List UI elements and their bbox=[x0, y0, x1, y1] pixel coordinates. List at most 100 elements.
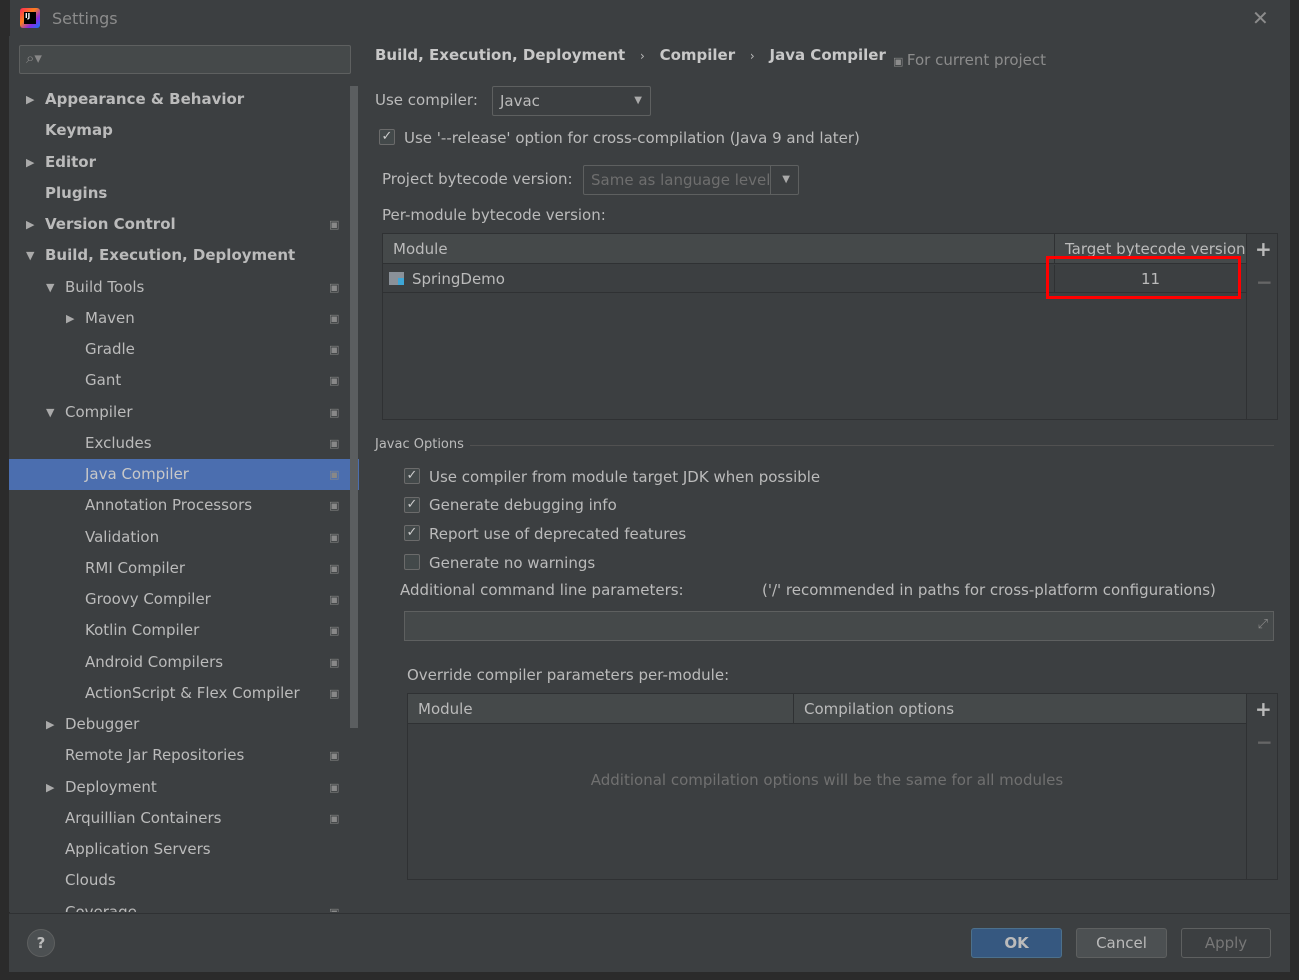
remove-icon[interactable]: − bbox=[1256, 270, 1273, 294]
expanded-arrow-icon[interactable]: ▼ bbox=[46, 397, 54, 428]
sidebar-item[interactable]: Validation ▣ bbox=[9, 522, 359, 553]
sidebar-item[interactable]: ActionScript & Flex Compiler ▣ bbox=[9, 678, 359, 709]
breadcrumb-item[interactable]: Build, Execution, Deployment bbox=[375, 46, 625, 64]
chevron-down-icon: ▼ bbox=[634, 95, 642, 106]
breadcrumb-item[interactable]: Compiler bbox=[660, 46, 736, 64]
sidebar-item-label: Deployment bbox=[65, 777, 157, 796]
sidebar-item-label: Application Servers bbox=[65, 840, 211, 858]
option-label: Generate debugging info bbox=[429, 496, 617, 514]
sidebar-item[interactable]: Arquillian Containers ▣ bbox=[9, 803, 359, 834]
sidebar-item[interactable]: Coverage ▣ bbox=[9, 897, 359, 913]
release-option-label: Use '--release' option for cross-compila… bbox=[404, 129, 860, 147]
sidebar-item[interactable]: Plugins bbox=[9, 178, 359, 209]
sidebar-item[interactable]: ▶ Maven ▣ bbox=[9, 303, 359, 334]
add-icon[interactable]: + bbox=[1255, 697, 1272, 721]
collapsed-arrow-icon[interactable]: ▶ bbox=[46, 772, 54, 803]
sidebar-item[interactable]: ▼ Compiler ▣ bbox=[9, 397, 359, 428]
column-header-module[interactable]: Module bbox=[383, 234, 1054, 264]
sidebar-item-label: Annotation Processors bbox=[85, 496, 253, 515]
per-module-label: Per-module bytecode version: bbox=[382, 206, 606, 224]
chevron-down-icon: ▼ bbox=[782, 174, 790, 185]
option-checkbox[interactable]: ✓ bbox=[404, 468, 420, 484]
sidebar-item[interactable]: RMI Compiler ▣ bbox=[9, 553, 359, 584]
sidebar-item-label: ActionScript & Flex Compiler bbox=[85, 683, 300, 702]
project-bytecode-label: Project bytecode version: bbox=[382, 170, 573, 188]
sidebar-item-label: Compiler bbox=[65, 402, 133, 421]
sidebar-item[interactable]: ▶ Deployment ▣ bbox=[9, 772, 359, 803]
sidebar-item[interactable]: ▶ Editor bbox=[9, 147, 359, 178]
use-compiler-select[interactable]: Javac ▼ bbox=[492, 86, 651, 116]
collapsed-arrow-icon[interactable]: ▶ bbox=[26, 84, 34, 115]
override-label: Override compiler parameters per-module: bbox=[407, 666, 730, 684]
collapsed-arrow-icon[interactable]: ▶ bbox=[46, 709, 54, 740]
close-icon[interactable]: ✕ bbox=[1252, 6, 1269, 30]
expand-icon[interactable]: ⤢ bbox=[1258, 617, 1268, 632]
option-label: Generate no warnings bbox=[429, 554, 596, 572]
option-checkbox[interactable]: ✓ bbox=[404, 497, 420, 513]
option-checkbox[interactable]: ✓ bbox=[404, 525, 420, 541]
ok-button[interactable]: OK bbox=[971, 928, 1062, 958]
project-bytecode-select[interactable]: Same as language level ▼ bbox=[583, 165, 799, 195]
sidebar-item-label: Groovy Compiler bbox=[85, 590, 211, 608]
sidebar-item[interactable]: Keymap bbox=[9, 115, 359, 146]
override-table: Module Compilation options Additional co… bbox=[407, 693, 1278, 880]
sidebar-item[interactable]: Gradle ▣ bbox=[9, 334, 359, 365]
sidebar-item-label: Excludes bbox=[85, 433, 152, 452]
option-label: Report use of deprecated features bbox=[429, 525, 687, 543]
add-icon[interactable]: + bbox=[1255, 237, 1272, 261]
project-level-icon: ▣ bbox=[329, 905, 340, 913]
breadcrumb-item: Java Compiler bbox=[769, 46, 886, 64]
sidebar-item[interactable]: Remote Jar Repositories ▣ bbox=[9, 740, 359, 771]
sidebar-item[interactable]: ▶ Debugger bbox=[9, 709, 359, 740]
sidebar-item[interactable]: ▼ Build, Execution, Deployment bbox=[9, 240, 359, 271]
project-level-icon: ▣ bbox=[329, 405, 340, 419]
expanded-arrow-icon[interactable]: ▼ bbox=[26, 240, 34, 271]
option-checkbox[interactable] bbox=[404, 554, 420, 570]
sidebar-item[interactable]: Gant ▣ bbox=[9, 365, 359, 396]
help-button[interactable]: ? bbox=[27, 929, 55, 957]
project-level-icon: ▣ bbox=[329, 311, 340, 325]
sidebar-item-label: Clouds bbox=[65, 871, 116, 890]
window-title: Settings bbox=[52, 9, 118, 28]
sidebar-item[interactable]: Java Compiler ▣ bbox=[9, 459, 359, 490]
apply-button[interactable]: Apply bbox=[1181, 928, 1271, 958]
remove-icon[interactable]: − bbox=[1256, 730, 1273, 754]
sidebar-item[interactable]: ▼ Build Tools ▣ bbox=[9, 272, 359, 303]
search-icon: ⌕▾ bbox=[26, 49, 42, 67]
sidebar-item[interactable]: Excludes ▣ bbox=[9, 428, 359, 459]
sidebar-item[interactable]: Application Servers bbox=[9, 834, 359, 865]
sidebar-item[interactable]: Android Compilers ▣ bbox=[9, 647, 359, 678]
project-bytecode-value: Same as language level bbox=[591, 171, 771, 189]
sidebar-item[interactable]: ▶ Appearance & Behavior bbox=[9, 84, 359, 115]
sidebar-item-label: Java Compiler bbox=[85, 465, 189, 483]
sidebar-item[interactable]: Annotation Processors ▣ bbox=[9, 490, 359, 521]
column-header-module[interactable]: Module bbox=[408, 694, 793, 724]
sidebar-item-label: Remote Jar Repositories bbox=[65, 746, 245, 765]
empty-text: Additional compilation options will be t… bbox=[590, 771, 1064, 789]
release-option-checkbox[interactable]: ✓ bbox=[379, 129, 395, 145]
expanded-arrow-icon[interactable]: ▼ bbox=[46, 272, 54, 303]
search-input[interactable]: ⌕▾ bbox=[19, 45, 351, 74]
additional-params-input[interactable]: ⤢ bbox=[404, 611, 1274, 641]
project-level-icon: ▣ bbox=[329, 686, 340, 700]
collapsed-arrow-icon[interactable]: ▶ bbox=[26, 147, 34, 178]
for-current-project-label: For current project bbox=[906, 51, 1047, 69]
project-level-icon: ▣ bbox=[329, 218, 340, 231]
sidebar-scrollbar[interactable] bbox=[350, 86, 358, 728]
cancel-button[interactable]: Cancel bbox=[1076, 928, 1167, 958]
sidebar-item-label: Keymap bbox=[45, 121, 113, 140]
collapsed-arrow-icon[interactable]: ▶ bbox=[66, 303, 74, 334]
sidebar-item-label: Kotlin Compiler bbox=[85, 621, 200, 640]
use-compiler-value: Javac bbox=[500, 92, 540, 110]
collapsed-arrow-icon[interactable]: ▶ bbox=[26, 209, 34, 240]
sidebar-item[interactable]: Groovy Compiler ▣ bbox=[9, 584, 359, 615]
project-level-icon: ▣ bbox=[329, 436, 340, 450]
column-header-compilation-options[interactable]: Compilation options bbox=[793, 694, 1246, 724]
sidebar-item-label: Debugger bbox=[65, 715, 140, 733]
sidebar-item[interactable]: ▶ Version Control ▣ bbox=[9, 209, 359, 240]
project-icon: ▣ bbox=[893, 55, 907, 68]
project-level-icon: ▣ bbox=[329, 811, 340, 825]
sidebar-item[interactable]: Kotlin Compiler ▣ bbox=[9, 615, 359, 646]
sidebar-item[interactable]: Clouds bbox=[9, 865, 359, 896]
sidebar-item-label: Gant bbox=[85, 371, 122, 390]
